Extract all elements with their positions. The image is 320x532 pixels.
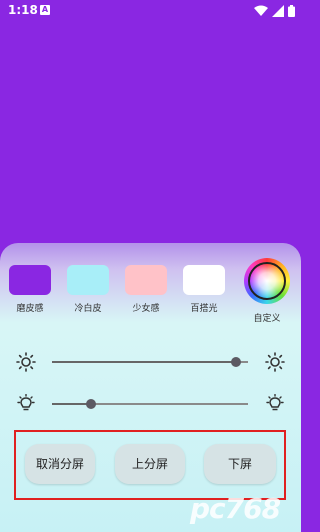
swatch-label-cool-white: 冷白皮 [74,304,102,314]
battery-icon [288,4,295,17]
cell-signal-icon [272,4,285,17]
watermark-logo: pc768 [190,492,281,525]
warmth-slider-row [0,392,301,416]
sun-icon [265,352,285,372]
a-badge-icon: A [40,5,50,15]
lower-screen-button[interactable]: 下屏 [204,444,276,484]
upper-screen-button[interactable]: 上分屏 [115,444,185,484]
brightness-slider-row [0,350,301,374]
swatch-versatile-light[interactable] [183,265,225,295]
wifi-icon [254,5,269,16]
bulb-icon [266,394,284,411]
cancel-split-button[interactable]: 取消分屏 [25,444,95,484]
swatch-label-girlish: 少女感 [132,304,160,314]
status-bar: 1:18 A [0,0,301,22]
swatch-smooth-skin[interactable] [9,265,51,295]
swatch-girlish[interactable] [125,265,167,295]
status-time: 1:18 [8,3,38,17]
warmth-knob[interactable] [86,399,96,409]
color-wheel-center [248,262,286,300]
custom-label: 自定义 [253,314,281,324]
status-icons [254,3,295,17]
swatch-label-smooth-skin: 磨皮感 [16,304,44,314]
brightness-knob[interactable] [231,357,241,367]
warmth-track[interactable] [52,399,248,409]
brightness-track[interactable] [52,357,248,367]
color-wheel-icon[interactable] [244,258,290,304]
bulb-icon [17,394,35,411]
swatch-label-versatile-light: 百搭光 [190,304,218,314]
brightness-fill [52,361,237,363]
sun-icon [16,352,36,372]
swatch-cool-white[interactable] [67,265,109,295]
